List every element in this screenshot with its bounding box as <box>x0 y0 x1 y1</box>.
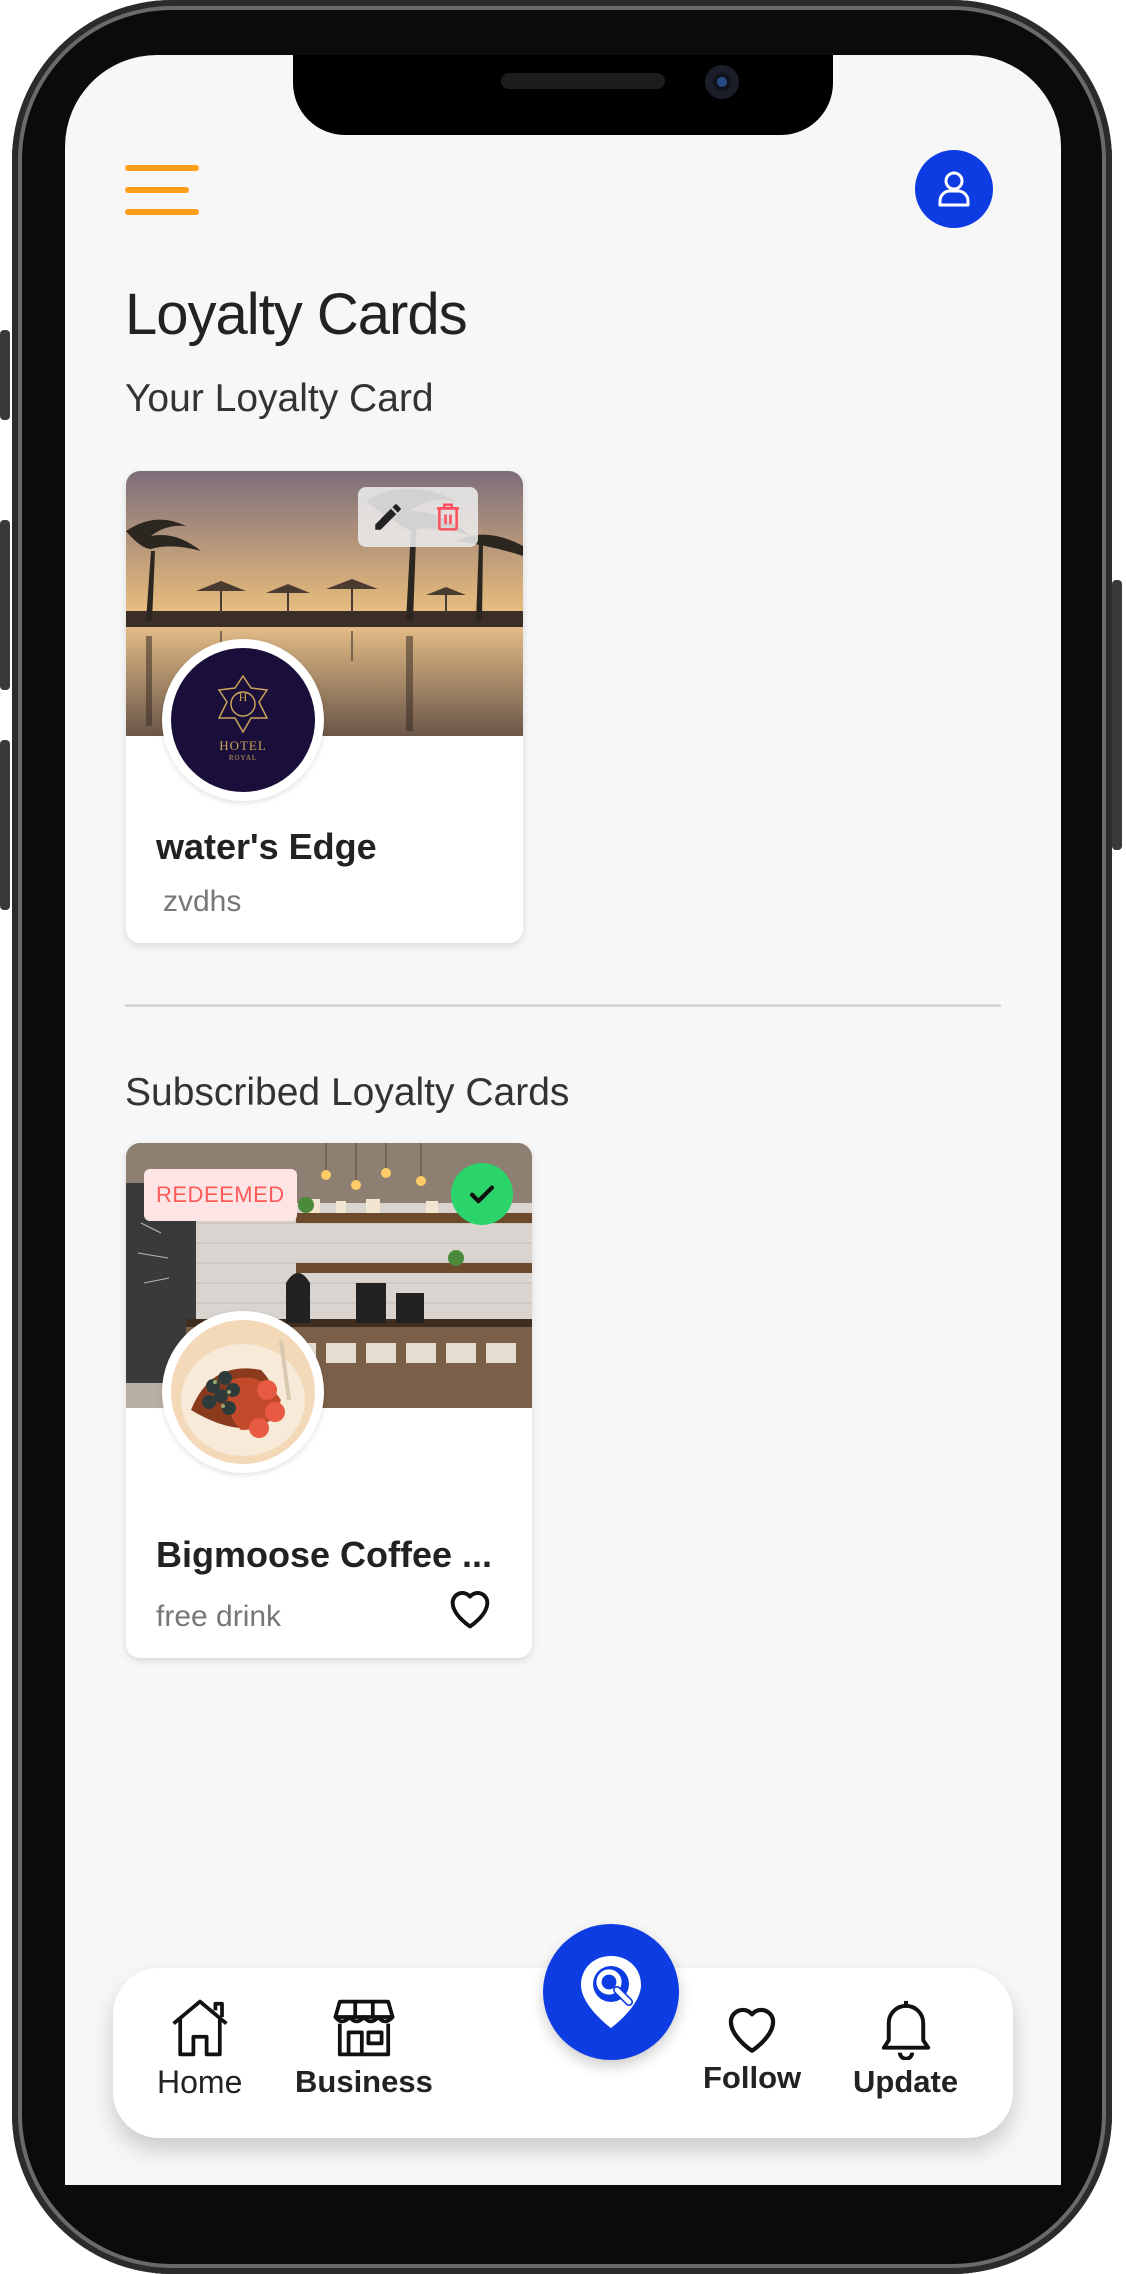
bell-icon <box>881 2000 930 2060</box>
home-icon <box>172 1999 228 2057</box>
logo-subtext: ROYAL <box>228 754 258 762</box>
speaker <box>501 73 665 89</box>
logo-text: HOTEL <box>219 738 267 753</box>
subscribed-loyalty-card[interactable]: REDEEMED Bigmoose Coffee ... free drink <box>126 1143 532 1658</box>
notch <box>293 55 833 135</box>
business-logo <box>162 1311 324 1473</box>
your-loyalty-card[interactable]: H HOTEL ROYAL water's Edge zvdhs <box>126 471 523 943</box>
storefront-icon <box>333 1999 395 2057</box>
location-search-icon[interactable] <box>543 1924 679 2060</box>
pencil-icon[interactable] <box>358 487 418 547</box>
nav-follow-label: Follow <box>703 2060 802 2095</box>
nav-follow[interactable]: Follow <box>703 1998 801 2096</box>
volume-down-button <box>0 740 10 910</box>
nav-update[interactable]: Update <box>853 1996 958 2100</box>
hotel-logo-badge: H HOTEL ROYAL <box>171 648 315 792</box>
section-divider <box>125 1004 1001 1007</box>
trash-icon[interactable] <box>418 487 478 547</box>
business-logo: H HOTEL ROYAL <box>162 639 324 801</box>
map-pin-search-icon <box>581 1956 641 2028</box>
check-icon <box>451 1163 513 1225</box>
logo-monogram: H <box>238 690 248 704</box>
nav-home[interactable]: Home <box>157 1996 242 2101</box>
mute-switch <box>0 330 10 420</box>
subscribed-section-label: Subscribed Loyalty Cards <box>125 1071 570 1114</box>
nav-update-label: Update <box>853 2064 959 2099</box>
heart-outline-icon[interactable] <box>444 1583 496 1631</box>
card-subtitle: zvdhs <box>163 885 242 918</box>
nav-business[interactable]: Business <box>295 1996 433 2100</box>
your-card-section-label: Your Loyalty Card <box>125 377 434 420</box>
card-subtitle: free drink <box>156 1600 282 1633</box>
food-photo <box>171 1320 315 1464</box>
heart-icon <box>728 2007 776 2053</box>
card-title: Bigmoose Coffee ... <box>156 1534 493 1575</box>
power-button <box>1112 580 1122 850</box>
user-icon[interactable] <box>915 150 993 228</box>
nav-home-label: Home <box>157 2064 243 2100</box>
nav-business-label: Business <box>295 2064 433 2099</box>
volume-up-button <box>0 520 10 690</box>
hamburger-menu-icon[interactable] <box>125 165 199 215</box>
bottom-navigation: Home Business Follow Update <box>113 1924 1013 2138</box>
card-title: water's Edge <box>156 826 377 867</box>
page-title: Loyalty Cards <box>125 282 468 347</box>
front-camera <box>705 65 739 99</box>
redeemed-badge: REDEEMED <box>144 1169 297 1221</box>
app-screen: Loyalty Cards Your Loyalty Card H HOTEL … <box>65 55 1061 2185</box>
